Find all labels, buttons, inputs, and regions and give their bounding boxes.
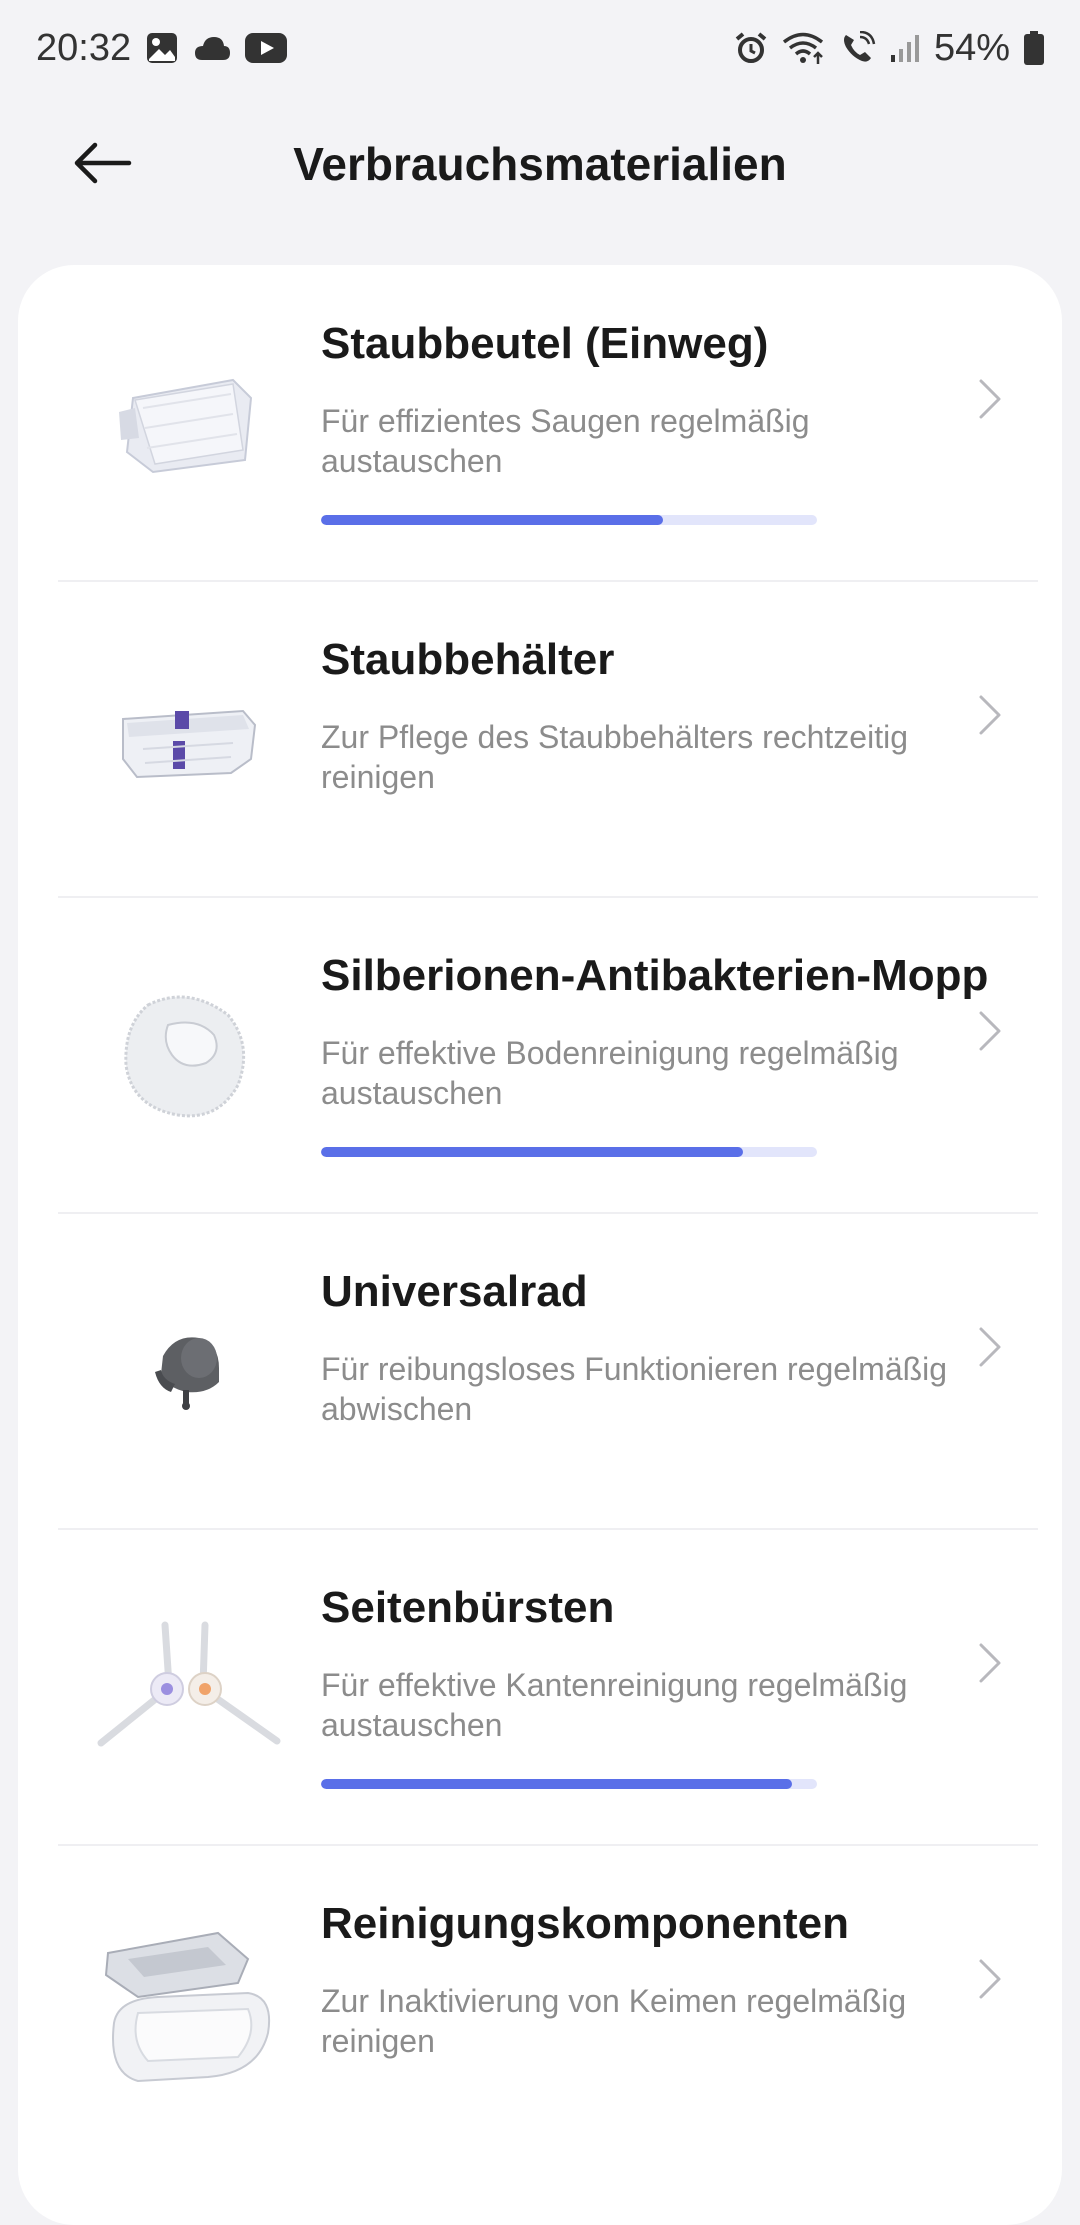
chevron-right-icon xyxy=(970,1001,1010,1061)
lifespan-progress-bar xyxy=(321,1779,817,1789)
arrow-left-icon xyxy=(74,142,132,184)
battery-percentage: 54% xyxy=(933,26,1010,69)
app-header: Verbrauchsmaterialien xyxy=(0,96,1080,232)
gallery-icon xyxy=(145,31,179,65)
consumable-item-mop[interactable]: Silberionen-Antibakterien-Mopp Für effek… xyxy=(18,897,1062,1213)
cleaning-components-image xyxy=(80,1895,296,2111)
back-button[interactable] xyxy=(60,120,146,206)
status-bar: 20:32 54% xyxy=(0,0,1080,96)
alarm-icon xyxy=(734,31,768,65)
side-brushes-image xyxy=(80,1579,296,1795)
wifi-calling-icon xyxy=(840,31,876,65)
progress-fill xyxy=(321,1779,793,1789)
battery-icon xyxy=(1024,31,1044,65)
item-description: Für reibungsloses Funktionieren regelmäß… xyxy=(321,1351,948,1427)
item-title: Silberionen-Antibakterien-Mopp xyxy=(321,951,989,1000)
item-title: Staubbehälter xyxy=(321,635,615,684)
item-description: Zur Inaktivierung von Keimen regelmäßig … xyxy=(321,1983,907,2059)
chevron-right-icon xyxy=(970,1633,1010,1693)
consumable-item-dust-bag[interactable]: Staubbeutel (Einweg) Für effizientes Sau… xyxy=(18,265,1062,581)
item-title: Staubbeutel (Einweg) xyxy=(321,319,769,368)
item-description: Für effektive Bodenreinigung regelmäßig … xyxy=(321,1035,899,1111)
universal-wheel-image xyxy=(80,1263,296,1479)
consumables-list: Staubbeutel (Einweg) Für effizientes Sau… xyxy=(18,265,1062,2225)
mop-pad-image xyxy=(80,947,296,1163)
item-title: Seitenbürsten xyxy=(321,1583,615,1632)
lifespan-progress-bar xyxy=(321,1147,817,1157)
lifespan-progress-bar xyxy=(321,515,817,525)
dust-bin-image xyxy=(80,631,296,847)
item-description: Zur Pflege des Staubbehälters rechtzeiti… xyxy=(321,719,908,795)
progress-fill xyxy=(321,515,664,525)
consumable-item-dust-bin[interactable]: Staubbehälter Zur Pflege des Staubbehält… xyxy=(18,581,1062,897)
cloud-icon xyxy=(193,34,231,62)
consumable-item-universal-wheel[interactable]: Universalrad Für reibungsloses Funktioni… xyxy=(18,1213,1062,1529)
item-description: Für effizientes Saugen regelmäßig austau… xyxy=(321,403,810,479)
wifi-icon xyxy=(782,31,826,65)
item-title: Reinigungskomponenten xyxy=(321,1899,849,1948)
status-bar-left: 20:32 xyxy=(36,26,288,70)
chevron-right-icon xyxy=(970,1949,1010,2009)
status-time: 20:32 xyxy=(36,26,132,69)
item-title: Universalrad xyxy=(321,1267,588,1316)
progress-fill xyxy=(321,1147,743,1157)
dust-bag-image xyxy=(80,315,296,531)
consumable-item-cleaning-components[interactable]: Reinigungskomponenten Zur Inaktivierung … xyxy=(18,1845,1062,2161)
chevron-right-icon xyxy=(970,1317,1010,1377)
signal-icon xyxy=(890,33,920,63)
consumable-item-side-brushes[interactable]: Seitenbürsten Für effektive Kantenreinig… xyxy=(18,1529,1062,1845)
youtube-icon xyxy=(245,33,288,63)
chevron-right-icon xyxy=(970,369,1010,429)
chevron-right-icon xyxy=(970,685,1010,745)
item-description: Für effektive Kantenreinigung regelmäßig… xyxy=(321,1667,908,1743)
page-title: Verbrauchsmaterialien xyxy=(293,138,787,190)
status-bar-right: 54% xyxy=(734,27,1044,70)
